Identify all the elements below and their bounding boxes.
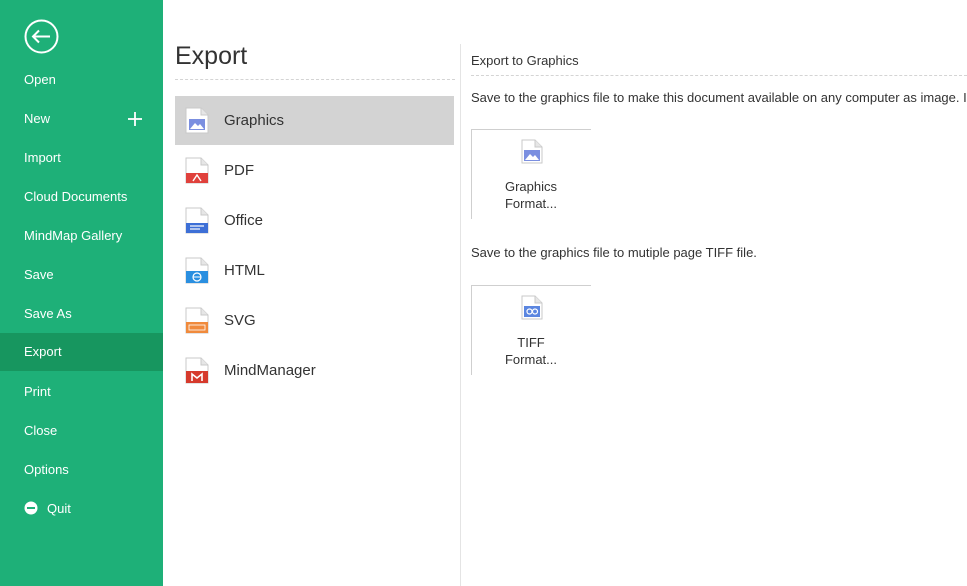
format-label: MindManager — [224, 362, 316, 379]
tile-label-line1: TIFF — [517, 335, 545, 350]
sidebar-item-new[interactable]: New — [0, 100, 163, 138]
sidebar-item-label: Print — [24, 384, 51, 399]
plus-icon[interactable] — [127, 111, 143, 127]
back-arrow-icon[interactable] — [24, 19, 59, 54]
sidebar-item-mindmap-gallery[interactable]: MindMap Gallery — [0, 217, 163, 255]
tile-label-line2: Format... — [504, 196, 557, 211]
sidebar-item-label: Cloud Documents — [24, 189, 128, 204]
sidebar-item-label: Options — [24, 462, 69, 477]
svg-file-icon — [185, 307, 209, 334]
sidebar-item-label: Quit — [47, 501, 71, 516]
sidebar-item-label: Close — [24, 423, 58, 438]
sidebar-item-cloud-documents[interactable]: Cloud Documents — [0, 178, 163, 216]
tiff-file-icon — [521, 295, 543, 320]
sidebar-item-save-as[interactable]: Save As — [0, 295, 163, 333]
sidebar-item-import[interactable]: Import — [0, 139, 163, 177]
page-title: Export — [175, 42, 248, 70]
sidebar-item-label: Save As — [24, 306, 72, 321]
sidebar-item-print[interactable]: Print — [0, 373, 163, 411]
divider — [471, 75, 967, 76]
minus-circle-icon — [24, 501, 38, 515]
sidebar-item-export[interactable]: Export — [0, 333, 163, 371]
panel-divider — [460, 44, 461, 586]
tile-label: Graphics Format... — [472, 178, 590, 212]
graphics-file-icon — [185, 107, 209, 134]
format-label: Office — [224, 212, 263, 229]
pdf-file-icon — [185, 157, 209, 184]
format-label: SVG — [224, 312, 256, 329]
sidebar-item-label: MindMap Gallery — [24, 228, 123, 243]
sidebar-item-save[interactable]: Save — [0, 256, 163, 294]
format-item-mindmanager[interactable]: MindManager — [175, 346, 454, 395]
mindmanager-file-icon — [185, 357, 209, 384]
sidebar-item-label: Open — [24, 72, 56, 87]
sidebar-item-label: New — [24, 111, 51, 126]
html-file-icon — [185, 257, 209, 284]
export-detail-panel: Export to Graphics Save to the graphics … — [471, 0, 967, 586]
divider — [175, 79, 455, 80]
office-file-icon — [185, 207, 209, 234]
format-item-pdf[interactable]: PDF — [175, 146, 454, 195]
tile-label-line2: Format... — [504, 352, 557, 367]
format-label: PDF — [224, 162, 254, 179]
export-format-panel: Export Graphics PDF Office HTML SVG Mind… — [163, 0, 460, 586]
format-item-office[interactable]: Office — [175, 196, 454, 245]
sidebar-item-label: Import — [24, 150, 61, 165]
sidebar-item-label: Save — [24, 267, 54, 282]
sidebar-item-quit[interactable]: Quit — [0, 490, 163, 528]
image-file-icon — [521, 139, 543, 164]
sidebar-item-close[interactable]: Close — [0, 412, 163, 450]
format-item-graphics[interactable]: Graphics — [175, 96, 454, 145]
graphics-format-button[interactable]: Graphics Format... — [471, 129, 591, 219]
sidebar-item-open[interactable]: Open — [0, 61, 163, 99]
graphics-description: Save to the graphics file to make this d… — [471, 90, 967, 105]
tiff-description: Save to the graphics file to mutiple pag… — [471, 245, 757, 260]
format-label: Graphics — [224, 112, 285, 129]
sidebar-item-options[interactable]: Options — [0, 451, 163, 489]
format-item-svg[interactable]: SVG — [175, 296, 454, 345]
format-item-html[interactable]: HTML — [175, 246, 454, 295]
tile-label-line1: Graphics — [504, 179, 558, 194]
sidebar-item-label: Export — [24, 344, 62, 359]
section-title: Export to Graphics — [471, 53, 579, 68]
sidebar: Open New Import Cloud Documents MindMap … — [0, 0, 163, 586]
format-label: HTML — [224, 262, 265, 279]
tile-label: TIFF Format... — [472, 334, 590, 368]
tiff-format-button[interactable]: TIFF Format... — [471, 285, 591, 375]
